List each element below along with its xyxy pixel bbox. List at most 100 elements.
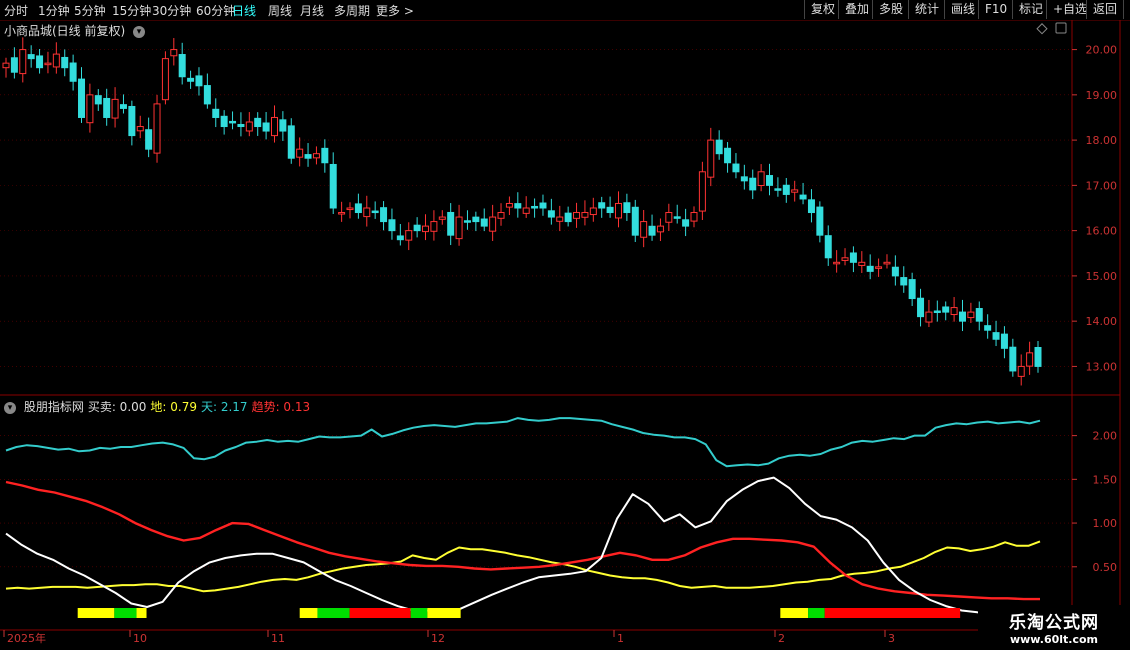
tab-1[interactable]: 1分钟 bbox=[38, 2, 70, 19]
candle-body bbox=[816, 206, 824, 236]
x-tick-label: 11 bbox=[271, 632, 285, 645]
watermark-line2: www.60lt.com bbox=[1009, 633, 1099, 646]
tab-8[interactable]: 月线 bbox=[300, 2, 324, 19]
indicator-value-2: 天: 2.17 bbox=[200, 400, 248, 414]
toolbar-button-5[interactable]: F10 bbox=[978, 0, 1013, 19]
tab-7[interactable]: 周线 bbox=[268, 2, 292, 19]
candle-body bbox=[640, 221, 648, 238]
candle-body bbox=[698, 171, 706, 212]
candle-body bbox=[312, 153, 320, 159]
candle-body bbox=[329, 163, 337, 209]
candle-body bbox=[438, 216, 446, 220]
candle-body bbox=[203, 85, 211, 105]
candle-body bbox=[187, 77, 195, 82]
candle-body bbox=[119, 104, 127, 109]
candle-body bbox=[44, 62, 52, 66]
watermark: 乐淘公式网 www.60lt.com bbox=[978, 605, 1130, 650]
candle-body bbox=[556, 216, 564, 222]
candle-body bbox=[103, 97, 111, 118]
candle-body bbox=[254, 117, 262, 128]
indicator-legend: ▾ 股朋指标网 买卖: 0.00 地: 0.79 天: 2.17 趋势: 0.13 bbox=[4, 398, 314, 415]
x-tick-label: 10 bbox=[133, 632, 147, 645]
toolbar-button-0[interactable]: 复权 bbox=[804, 0, 841, 19]
indicator-line-买卖 bbox=[5, 476, 1040, 616]
x-tick-label: 2 bbox=[778, 632, 785, 645]
candle-body bbox=[799, 194, 807, 200]
toolbar-button-8[interactable]: 返回 bbox=[1086, 0, 1125, 19]
x-tick-label: 2025年 bbox=[7, 631, 46, 645]
candle-body bbox=[61, 56, 69, 69]
tab-9[interactable]: 多周期 bbox=[334, 2, 370, 19]
signal-bar bbox=[114, 608, 137, 618]
candle-body bbox=[665, 212, 673, 223]
candle-body bbox=[833, 261, 841, 265]
candlestick-chart[interactable]: 20.00 19.00 18.00 17.00 16.00 15.00 14.00 13.00… bbox=[0, 0, 1130, 650]
tab-6[interactable]: 日线 bbox=[232, 2, 256, 19]
candle-body bbox=[992, 332, 1000, 340]
toolbar-button-6[interactable]: 标记 bbox=[1012, 0, 1049, 19]
candle-body bbox=[967, 311, 975, 319]
x-tick-label: 1 bbox=[617, 632, 624, 645]
candle-body bbox=[497, 212, 505, 219]
signal-bar bbox=[136, 608, 147, 618]
watermark-line1: 乐淘公式网 bbox=[1009, 613, 1099, 633]
candle-body bbox=[1026, 352, 1034, 367]
candle-body bbox=[430, 221, 438, 232]
main-y-tick-label: 13.00 bbox=[1086, 360, 1118, 373]
tab-5[interactable]: 60分钟 bbox=[196, 2, 235, 19]
main-y-tick-label: 16.00 bbox=[1086, 225, 1118, 238]
candle-body bbox=[682, 219, 690, 227]
candle-body bbox=[883, 261, 891, 265]
candle-body bbox=[111, 98, 119, 119]
indicator-menu-icon[interactable]: ▾ bbox=[4, 401, 16, 414]
candle-body bbox=[237, 123, 245, 128]
candle-body bbox=[749, 177, 757, 191]
candle-body bbox=[505, 202, 513, 208]
main-y-tick-label: 14.00 bbox=[1086, 315, 1118, 328]
candle-body bbox=[522, 207, 530, 214]
signal-bar bbox=[427, 608, 461, 618]
indicator-line-地 bbox=[5, 540, 1041, 593]
toolbar-button-1[interactable]: 叠加 bbox=[838, 0, 875, 19]
candle-body bbox=[178, 54, 186, 78]
candle-body bbox=[656, 225, 664, 233]
candle-body bbox=[900, 277, 908, 286]
tab-0[interactable]: 分时 bbox=[4, 2, 28, 19]
toolbar-button-2[interactable]: 多股 bbox=[872, 0, 909, 19]
candle-body bbox=[153, 103, 161, 154]
candle-body bbox=[942, 306, 950, 313]
candle-body bbox=[975, 308, 983, 322]
candle-body bbox=[78, 78, 86, 118]
tab-2[interactable]: 5分钟 bbox=[74, 2, 106, 19]
candle-body bbox=[229, 120, 237, 124]
candle-body bbox=[36, 55, 44, 69]
period-toolbar: 分时 1分钟 5分钟 15分钟 30分钟 60分钟 日线 周线 月线 多周期 更多 > 复权 叠加 多股统… bbox=[0, 0, 1130, 21]
toolbar-button-4[interactable]: 画线 bbox=[944, 0, 981, 19]
candle-body bbox=[984, 325, 992, 331]
candle-body bbox=[128, 105, 136, 137]
tab-4[interactable]: 30分钟 bbox=[152, 2, 191, 19]
candle-body bbox=[10, 57, 18, 73]
indicator-y-tick-label: 1.00 bbox=[1093, 517, 1118, 530]
candle-body bbox=[447, 211, 455, 236]
candle-body bbox=[958, 311, 966, 322]
chevron-down-icon[interactable]: ▾ bbox=[133, 25, 146, 38]
toolbar-button-3[interactable]: 统计 bbox=[908, 0, 945, 19]
candle-body bbox=[648, 225, 656, 236]
candle-body bbox=[614, 202, 622, 219]
candle-body bbox=[581, 212, 589, 218]
tab-3[interactable]: 15分钟 bbox=[112, 2, 151, 19]
candle-body bbox=[573, 212, 581, 219]
candle-body bbox=[463, 220, 471, 223]
indicator-y-tick-label: 1.50 bbox=[1093, 473, 1118, 486]
candle-body bbox=[598, 202, 606, 209]
main-y-tick-label: 20.00 bbox=[1086, 44, 1118, 57]
candle-body bbox=[19, 49, 27, 75]
tab-10[interactable]: 更多 > bbox=[376, 2, 414, 19]
candle-body bbox=[531, 205, 539, 209]
candle-body bbox=[891, 266, 899, 277]
signal-bar bbox=[780, 608, 809, 618]
candle-body bbox=[405, 230, 413, 241]
candle-body bbox=[740, 176, 748, 182]
candle-body bbox=[547, 210, 555, 218]
